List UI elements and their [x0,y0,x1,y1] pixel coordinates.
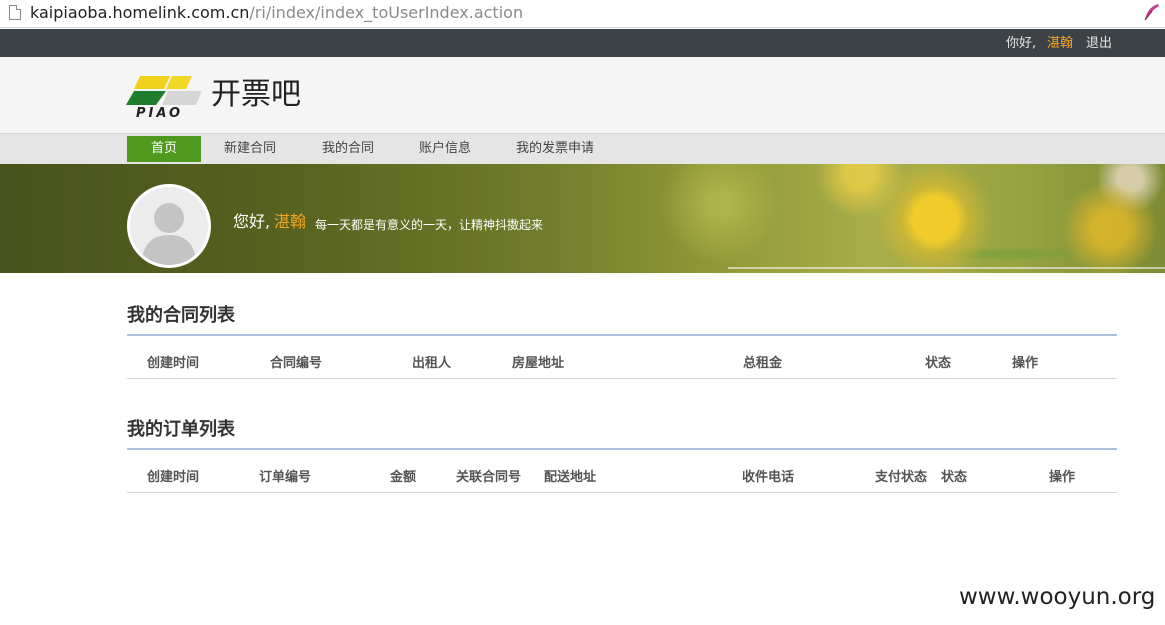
nav-my-contracts[interactable]: 我的合同 [311,136,385,162]
url-host: kaipiaoba.homelink.com.cn [30,3,250,22]
nav-invoice-applications[interactable]: 我的发票申请 [510,136,600,162]
piao-logo[interactable]: PIAO [126,72,202,118]
banner-username: 湛翰 [274,212,307,231]
orders-col-delivery-address: 配送地址 [544,470,597,485]
orders-col-number: 订单编号 [259,470,312,485]
orders-col-actions: 操作 [1049,470,1076,485]
contracts-col-address: 房屋地址 [512,356,565,371]
logo-sub-text: PIAO [136,106,183,118]
contracts-col-total-rent: 总租金 [743,356,783,371]
top-user-bar: 你好, 湛翰 退出 [0,29,1165,57]
contracts-col-lessor: 出租人 [412,356,452,371]
site-title: 开票吧 [211,77,301,112]
url-path: /ri/index/index_toUserIndex.action [249,3,524,22]
nav-new-contract[interactable]: 新建合同 [213,136,287,162]
banner-divider [728,267,1165,269]
banner-hello: 您好, [233,212,271,231]
page-icon [9,5,21,20]
browser-address-bar[interactable]: kaipiaoba.homelink.com.cn/ri/index/index… [0,0,1165,28]
orders-title-rule [127,448,1117,450]
topbar-username[interactable]: 湛翰 [1047,36,1073,51]
topbar-greeting: 你好, [1006,36,1037,51]
orders-header-rule [127,492,1117,493]
feather-icon[interactable] [1141,2,1161,22]
contracts-col-created: 创建时间 [147,356,200,371]
contracts-title-rule [127,334,1117,336]
orders-title: 我的订单列表 [127,419,235,440]
orders-col-phone: 收件电话 [742,470,795,485]
contracts-title: 我的合同列表 [127,305,235,326]
watermark-text: www.wooyun.org [959,584,1156,610]
contracts-header-rule [127,378,1117,379]
site-header: PIAO 开票吧 [0,57,1165,133]
user-silhouette-icon [141,203,197,265]
orders-col-payment-status: 支付状态 [875,470,928,485]
contracts-col-number: 合同编号 [270,356,323,371]
main-nav: 首页 新建合同 我的合同 账户信息 我的发票申请 [0,133,1165,164]
orders-col-status: 状态 [941,470,968,485]
nav-account-info[interactable]: 账户信息 [408,136,482,162]
contracts-col-actions: 操作 [1012,356,1039,371]
logout-link[interactable]: 退出 [1086,36,1112,51]
orders-col-contract-no: 关联合同号 [456,470,522,485]
contracts-col-status: 状态 [925,356,952,371]
orders-col-amount: 金额 [390,470,417,485]
avatar[interactable] [127,184,211,268]
orders-col-created: 创建时间 [147,470,200,485]
nav-home[interactable]: 首页 [127,136,201,162]
banner-motto: 每一天都是有意义的一天，让精神抖擞起来 [315,218,544,232]
address-url[interactable]: kaipiaoba.homelink.com.cn/ri/index/index… [30,3,523,23]
